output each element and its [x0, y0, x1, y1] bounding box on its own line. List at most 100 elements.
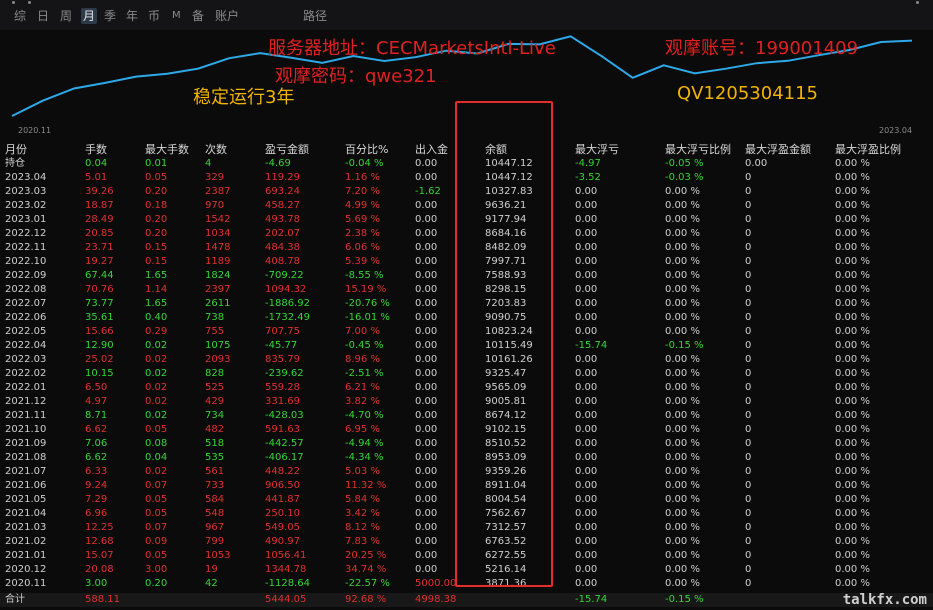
table-cell: 0.00 %	[835, 522, 870, 533]
table-cell: 429	[205, 396, 225, 407]
column-header[interactable]: 最大浮盈比例	[835, 143, 901, 157]
table-cell: 0.00 %	[835, 228, 870, 239]
watermark: talkfx.com	[842, 592, 927, 608]
table-cell: 1344.78	[265, 564, 307, 575]
path-button[interactable]: 路径	[303, 8, 327, 24]
table-cell: 20.25 %	[345, 550, 387, 561]
table-cell: 591.63	[265, 424, 300, 435]
table-cell: 0.07	[145, 522, 168, 533]
table-cell: 490.97	[265, 536, 300, 547]
dot-icon	[12, 1, 15, 4]
table-cell: 0.00 %	[665, 536, 700, 547]
table-cell: 0.00	[415, 200, 438, 211]
tab-m[interactable]: M	[172, 8, 181, 24]
column-header[interactable]: 盈亏金额	[265, 143, 309, 157]
column-header[interactable]: 最大手数	[145, 143, 189, 157]
table-cell: 0.00 %	[665, 480, 700, 491]
table-cell: 0.00 %	[835, 578, 870, 589]
tab-backup[interactable]: 备	[192, 8, 204, 24]
table-cell: 329	[205, 172, 225, 183]
table-cell: 0.00 %	[835, 424, 870, 435]
table-cell: 755	[205, 326, 225, 337]
table-cell: 6.62	[85, 424, 108, 435]
table-cell: 0.00	[575, 354, 598, 365]
table-cell: 12.90	[85, 340, 114, 351]
tab-account[interactable]: 账户	[215, 8, 239, 24]
table-cell: 0	[745, 340, 752, 351]
table-cell: 0.00 %	[665, 326, 700, 337]
table-cell: 2022.05	[5, 326, 47, 337]
table-cell: 0.02	[145, 466, 168, 477]
table-cell: 0.00 %	[835, 312, 870, 323]
table-cell: 0.00	[415, 438, 438, 449]
table-cell: 0	[745, 564, 752, 575]
table-cell: 967	[205, 522, 225, 533]
column-header[interactable]: 最大浮亏比例	[665, 143, 731, 157]
table-cell: 584	[205, 494, 225, 505]
table-cell: 0.00	[415, 564, 438, 575]
table-cell: 23.71	[85, 242, 114, 253]
table-cell: 7.20 %	[345, 186, 380, 197]
tab-year[interactable]: 年	[126, 8, 138, 24]
column-header[interactable]: 手数	[85, 143, 107, 157]
table-cell: 2021.02	[5, 536, 47, 547]
table-cell: 0.00 %	[665, 214, 700, 225]
tab-week[interactable]: 周	[60, 8, 72, 24]
table-cell: 0.00 %	[665, 522, 700, 533]
table-cell: 2022.03	[5, 354, 47, 365]
table-cell: 2023.01	[5, 214, 47, 225]
table-cell: 2021.03	[5, 522, 47, 533]
table-cell: 0.00	[415, 284, 438, 295]
table-cell: 7.00 %	[345, 326, 380, 337]
table-cell: 0.00	[575, 410, 598, 421]
table-cell: 持仓	[5, 158, 25, 169]
tab-summary[interactable]: 综	[14, 8, 26, 24]
table-cell: 0.00	[415, 536, 438, 547]
table-cell: 3.82 %	[345, 396, 380, 407]
table-cell: 0.00 %	[835, 214, 870, 225]
table-cell: 0.00 %	[665, 550, 700, 561]
table-cell: 0.20	[145, 186, 168, 197]
column-header[interactable]: 次数	[205, 143, 227, 157]
table-cell: 707.75	[265, 326, 300, 337]
table-cell: 0.00 %	[665, 564, 700, 575]
table-cell: 0	[745, 228, 752, 239]
table-cell: 0	[745, 200, 752, 211]
table-cell: 1189	[205, 256, 231, 267]
table-cell: 0.00	[415, 242, 438, 253]
table-cell: 5.39 %	[345, 256, 380, 267]
column-header[interactable]: 最大浮亏	[575, 143, 619, 157]
table-cell: 2397	[205, 284, 231, 295]
total-cell: -0.15 %	[665, 594, 704, 605]
table-cell: 2021.04	[5, 508, 47, 519]
table-cell: 2022.01	[5, 382, 47, 393]
table-cell: 0.00	[575, 326, 598, 337]
table-cell: 2021.05	[5, 494, 47, 505]
column-header[interactable]: 百分比%	[345, 143, 388, 157]
toolbar: 综 日 周 月 季 年 币 M 备 账户 路径	[0, 0, 933, 30]
table-cell: 0.02	[145, 368, 168, 379]
table-cell: 0.00	[575, 480, 598, 491]
table-cell: 6.96	[85, 508, 108, 519]
table-cell: 525	[205, 382, 225, 393]
column-header[interactable]: 月份	[5, 143, 27, 157]
table-cell: 67.44	[85, 270, 114, 281]
table-cell: 202.07	[265, 228, 300, 239]
table-cell: 8.12 %	[345, 522, 380, 533]
table-cell: 12.68	[85, 536, 114, 547]
tab-currency[interactable]: 币	[148, 8, 160, 24]
tab-day[interactable]: 日	[37, 8, 49, 24]
table-cell: -8.55 %	[345, 270, 384, 281]
column-header[interactable]: 出入金	[415, 143, 448, 157]
table-cell: 828	[205, 368, 225, 379]
table-cell: -3.52	[575, 172, 601, 183]
tab-quarter[interactable]: 季	[104, 8, 116, 24]
table-cell: 408.78	[265, 256, 300, 267]
table-cell: 7.06	[85, 438, 108, 449]
table-cell: 0	[745, 578, 752, 589]
table-cell: 2021.09	[5, 438, 47, 449]
tab-month[interactable]: 月	[81, 8, 98, 24]
table-cell: 0.00 %	[665, 256, 700, 267]
table-cell: 0.00 %	[835, 550, 870, 561]
column-header[interactable]: 最大浮盈金额	[745, 143, 811, 157]
